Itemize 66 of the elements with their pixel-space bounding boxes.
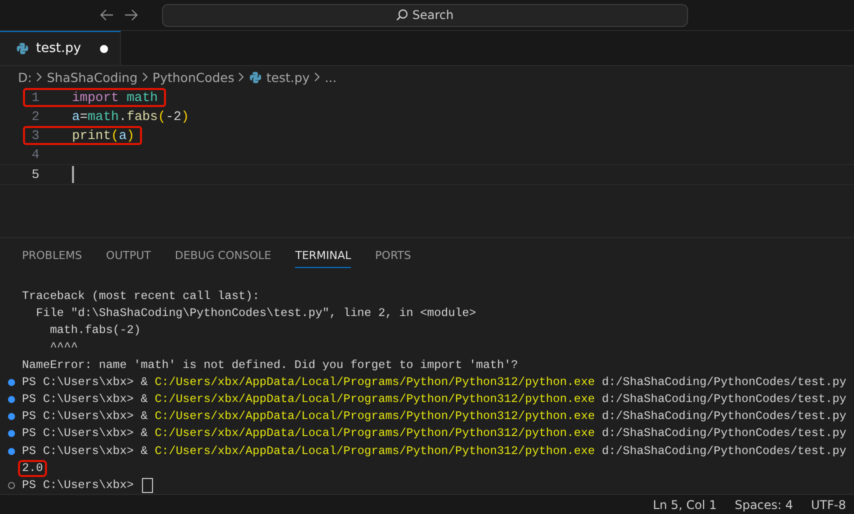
panel-tab[interactable]: TERMINAL <box>295 248 352 268</box>
terminal-text: d:/ShaShaCoding/PythonCodes/test.py <box>600 444 846 458</box>
terminal-text: C:/Users/xbx/AppData/Local/Programs/Python/Python312/python.exe <box>154 427 595 440</box>
terminal-text: C:/Users/xbx/AppData/Local/Programs/Python/Python312/python.exe <box>154 444 595 458</box>
status-item[interactable]: Ln 5, Col 1 <box>652 498 717 512</box>
code-token: import <box>72 90 119 105</box>
code-token: ( <box>111 128 119 143</box>
back-arrow-icon[interactable] <box>100 9 114 21</box>
terminal-text: NameError: name 'math' is not defined. Did you forget to import 'math'? <box>22 358 518 372</box>
breadcrumb-item[interactable]: D: <box>18 70 32 84</box>
terminal-text: PS C:\Users\xbx> & <box>22 376 149 389</box>
terminal-text: C:/Users/xbx/AppData/Local/Programs/Python/Python312/python.exe <box>154 392 595 406</box>
search-field[interactable]: Search <box>162 4 688 26</box>
terminal-text: d:/ShaShaCoding/PythonCodes/test.py <box>600 410 846 424</box>
forward-arrow-icon[interactable] <box>124 9 138 21</box>
line-number: 3 <box>30 128 40 143</box>
terminal-text: PS C:\Users\xbx> <box>22 478 134 492</box>
breadcrumb-item[interactable]: ... <box>324 70 337 84</box>
panel-tab[interactable]: DEBUG CONSOLE <box>174 248 272 268</box>
code-token: ) <box>126 128 134 143</box>
code-token: math <box>88 109 119 124</box>
chevron-icon <box>238 72 246 82</box>
terminal-text: d:/ShaShaCoding/PythonCodes/test.py <box>600 427 846 440</box>
line-number: 5 <box>30 167 40 182</box>
terminal-text: d:/ShaShaCoding/PythonCodes/test.py <box>600 376 846 389</box>
terminal-text: ^^^^ <box>48 341 78 354</box>
terminal-text: d:/ShaShaCoding/PythonCodes/test.py <box>600 392 846 406</box>
breadcrumb-item[interactable]: PythonCodes <box>152 70 234 84</box>
panel-tab[interactable]: PROBLEMS <box>22 248 82 268</box>
search-icon <box>396 9 408 21</box>
code-token: ( <box>158 109 166 124</box>
code-token: -2 <box>166 109 182 124</box>
chevron-icon <box>314 72 321 82</box>
panel-tab[interactable]: OUTPUT <box>106 248 151 268</box>
line-number: 1 <box>30 90 40 105</box>
python-file-icon <box>16 42 29 55</box>
status-item[interactable]: UTF-8 <box>811 498 846 512</box>
breadcrumb-item[interactable]: ShaShaCoding <box>46 70 138 84</box>
code-token: fabs <box>126 109 158 124</box>
terminal-text: C:/Users/xbx/AppData/Local/Programs/Python/Python312/python.exe <box>154 376 595 389</box>
code-token: a <box>72 109 80 124</box>
chevron-icon <box>36 72 43 82</box>
code-token: . <box>118 109 127 124</box>
text-cursor <box>72 166 74 183</box>
terminal-text: math.fabs(-2) <box>48 324 141 338</box>
code-token: math <box>126 90 158 105</box>
terminal-text: PS C:\Users\xbx> & <box>22 427 149 440</box>
code-token: = <box>80 109 88 124</box>
status-item[interactable]: Spaces: 4 <box>734 498 794 512</box>
chevron-icon <box>142 72 149 82</box>
panel-tab[interactable]: PORTS <box>375 248 411 268</box>
editor-tab[interactable]: test.py <box>0 31 121 65</box>
line-number: 2 <box>30 109 40 124</box>
terminal-text: File "d:\ShaShaCoding\PythonCodes\test.py", line 2, in <module> <box>34 307 476 320</box>
python-file-icon <box>249 70 262 84</box>
terminal-text: Traceback (most recent call last): <box>22 290 260 303</box>
terminal-text: PS C:\Users\xbx> & <box>22 392 149 406</box>
terminal-text: PS C:\Users\xbx> & <box>22 410 149 424</box>
code-token: a <box>118 128 127 143</box>
terminal-text: C:/Users/xbx/AppData/Local/Programs/Python/Python312/python.exe <box>154 410 595 424</box>
code-token: ) <box>181 109 190 124</box>
code-token: print <box>72 128 112 143</box>
terminal-text: 2.0 <box>22 462 43 475</box>
terminal-text: PS C:\Users\xbx> & <box>22 444 149 458</box>
line-number: 4 <box>30 147 40 162</box>
breadcrumb-item[interactable]: test.py <box>266 70 310 84</box>
